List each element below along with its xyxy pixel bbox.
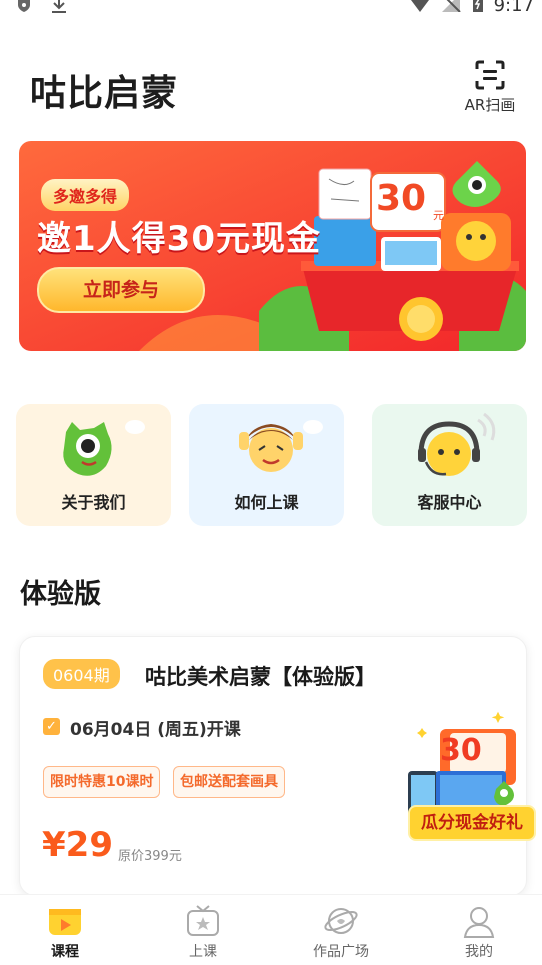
start-date: 06月04日 (周五)开课 bbox=[70, 720, 241, 740]
planet-icon bbox=[324, 908, 358, 934]
tv-icon bbox=[187, 905, 219, 936]
user-icon bbox=[463, 907, 495, 938]
course-card[interactable]: 0604期 咕比美术启蒙【体验版】 ✓ 06月04日 (周五)开课 限时特惠10… bbox=[19, 636, 536, 896]
battery-icon bbox=[472, 0, 484, 17]
ar-scan-button[interactable]: AR扫画 bbox=[460, 60, 520, 115]
shield-icon bbox=[16, 0, 32, 17]
scan-icon bbox=[474, 60, 506, 94]
banner-headline: 邀1人得30元现金 bbox=[37, 219, 321, 259]
tab-gallery[interactable]: 作品广场 bbox=[286, 895, 396, 965]
tab-label: 作品广场 bbox=[313, 944, 369, 960]
quick-link-label: 如何上课 bbox=[234, 493, 299, 512]
tab-class[interactable]: 上课 bbox=[148, 895, 258, 965]
tab-courses[interactable]: 课程 bbox=[10, 895, 120, 965]
course-tab-icon bbox=[49, 909, 81, 935]
kid-character-icon bbox=[239, 420, 323, 472]
headset-support-icon bbox=[418, 412, 496, 476]
promo-chip: 包邮送配套画具 bbox=[173, 766, 285, 798]
header: 咕比启蒙 AR扫画 bbox=[30, 60, 520, 114]
original-price: 原价399元 bbox=[118, 849, 182, 864]
download-icon bbox=[50, 0, 68, 18]
promo-amount: 30 bbox=[440, 733, 482, 768]
section-title: 体验版 bbox=[20, 579, 101, 610]
invite-banner[interactable]: 多邀多得 邀1人得30元现金 立即参与 30 元 bbox=[19, 141, 526, 351]
quick-link-customer-service[interactable]: 客服中心 bbox=[372, 404, 527, 526]
ar-scan-label: AR扫画 bbox=[464, 96, 516, 114]
green-monster-icon bbox=[63, 420, 145, 476]
tab-label: 我的 bbox=[465, 944, 493, 960]
quick-link-about-us[interactable]: 关于我们 bbox=[16, 404, 171, 526]
quick-link-label: 关于我们 bbox=[61, 493, 126, 512]
signal-icon bbox=[441, 0, 462, 17]
clock-time: 9:17 bbox=[493, 0, 534, 16]
banner-amount-unit: 元 bbox=[433, 209, 444, 222]
tab-label: 课程 bbox=[51, 944, 79, 960]
status-bar: 9:17 bbox=[0, 0, 542, 22]
promo-chip: 限时特惠10课时 bbox=[43, 766, 161, 798]
period-badge: 0604期 bbox=[43, 659, 120, 689]
banner-amount: 30 bbox=[376, 178, 427, 219]
cash-gift-button[interactable]: 瓜分现金好礼 bbox=[408, 805, 536, 841]
wifi-icon bbox=[408, 0, 432, 17]
course-title: 咕比美术启蒙【体验版】 bbox=[145, 665, 376, 689]
tab-label: 上课 bbox=[189, 944, 217, 960]
tab-profile[interactable]: 我的 bbox=[424, 895, 534, 965]
invite-tag: 多邀多得 bbox=[41, 179, 130, 211]
app-title: 咕比启蒙 bbox=[30, 73, 179, 114]
quick-link-how-to-class[interactable]: 如何上课 bbox=[189, 404, 344, 526]
check-icon: ✓ bbox=[43, 718, 60, 735]
price: ¥29 bbox=[42, 825, 113, 865]
join-now-button[interactable]: 立即参与 bbox=[37, 267, 205, 313]
quick-link-label: 客服中心 bbox=[417, 493, 482, 512]
bottom-tab-bar: 课程 上课 作品广场 我的 bbox=[0, 894, 542, 965]
